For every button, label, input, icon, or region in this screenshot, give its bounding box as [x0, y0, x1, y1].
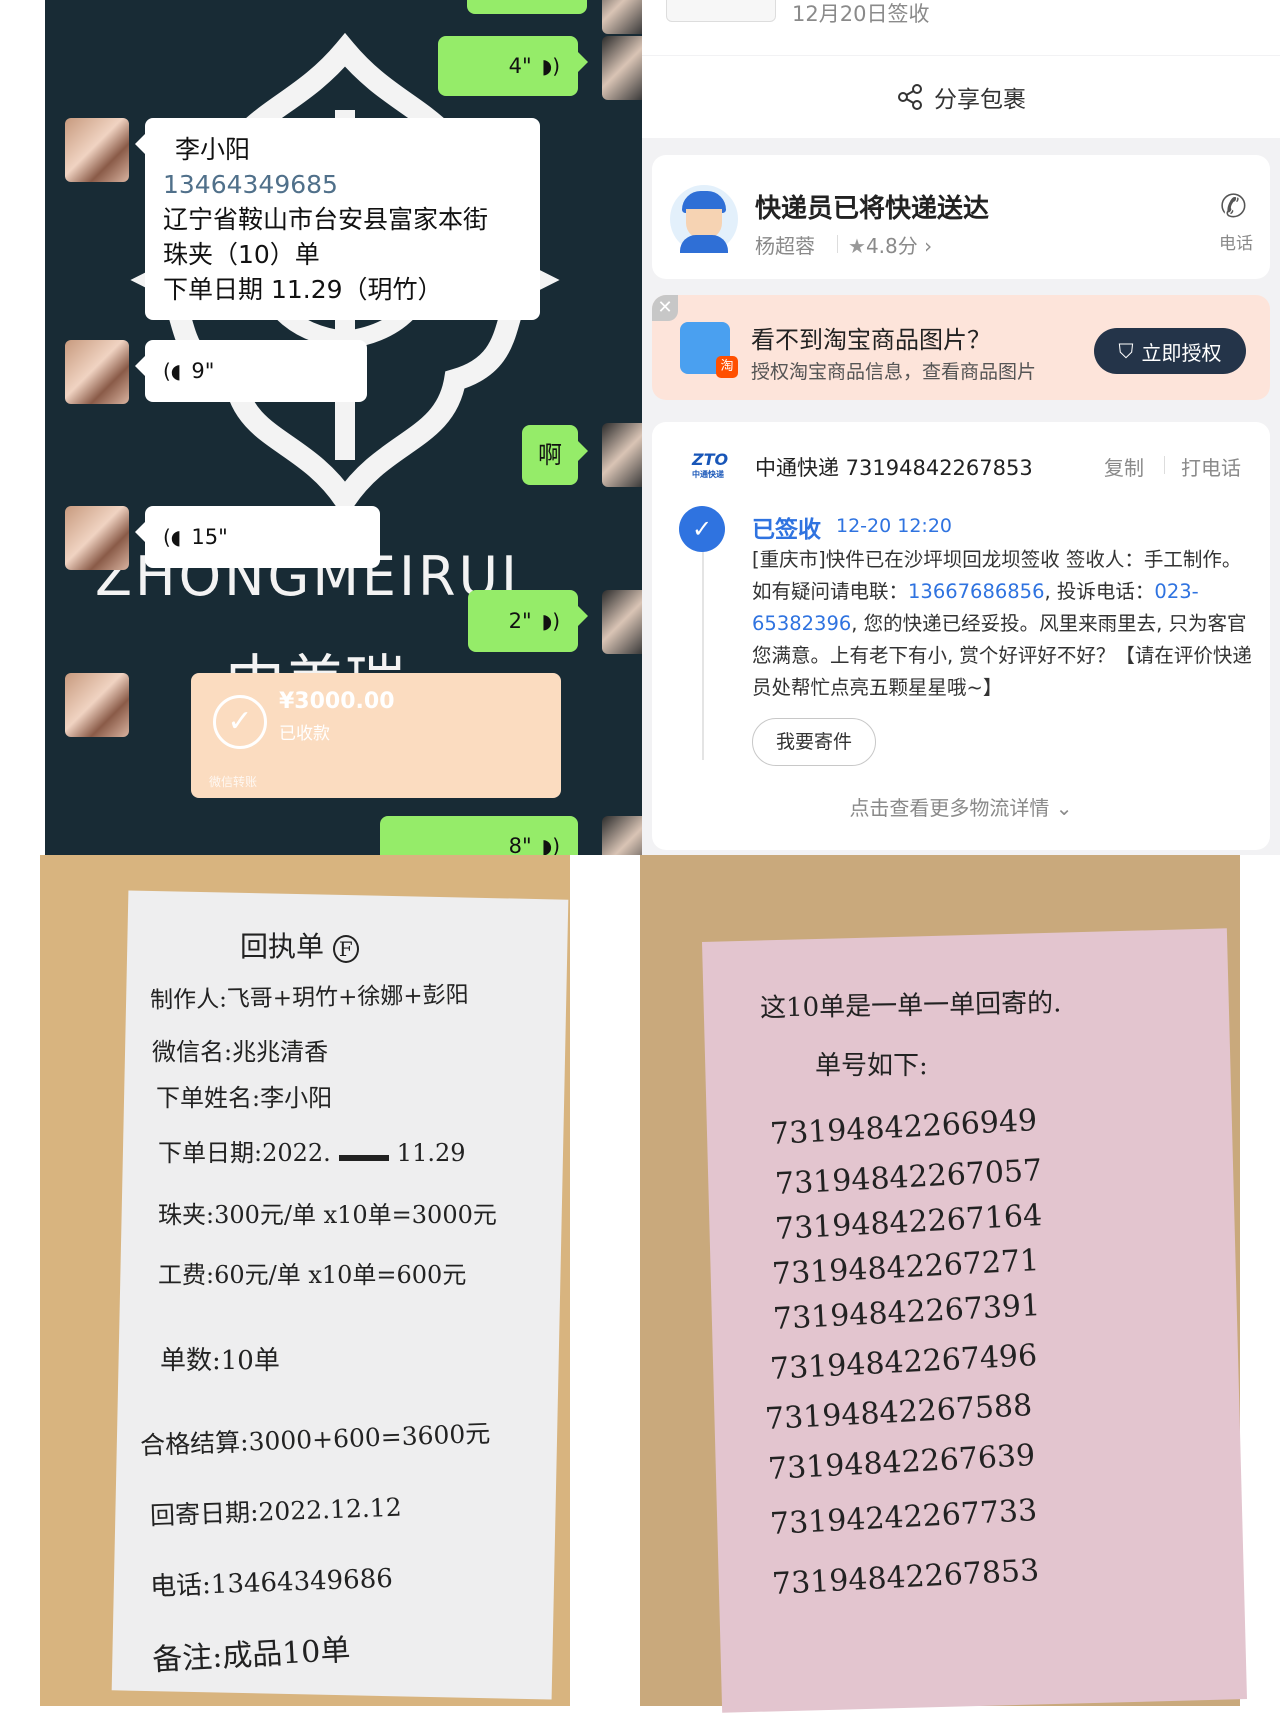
receipt-wage: 工费:60元/单 x10单=600元 — [158, 1261, 467, 1289]
share-package-button[interactable]: 分享包裹 — [642, 56, 1280, 138]
tracking-status: 已签收 — [752, 517, 821, 543]
receipt-date-a: 下单日期:2022. — [158, 1139, 331, 1167]
my-avatar[interactable] — [602, 816, 642, 855]
auth-subtitle: 授权淘宝商品信息，查看商品图片 — [751, 361, 1037, 383]
order-phone[interactable]: 13464349685 — [163, 167, 522, 202]
receipt-count: 单数:10单 — [160, 1346, 280, 1376]
more-details-label: 点击查看更多物流详情 — [849, 796, 1050, 820]
zto-logo-mark: ZTO — [692, 450, 729, 469]
signed-date: 12月20日签收 — [792, 2, 930, 26]
text-message-out[interactable]: 啊 — [522, 425, 588, 485]
voice-duration: 8" — [508, 834, 532, 855]
note-line-2: 单号如下: — [815, 1051, 928, 1081]
product-thumbnail[interactable] — [666, 0, 776, 22]
tracking-number: 中通快递 73194842267853 — [755, 456, 1033, 480]
image-icon: 淘 — [680, 322, 738, 378]
voice-message-out[interactable]: 4" ◗) — [438, 36, 588, 96]
courier-name: 杨超蓉 — [755, 234, 815, 258]
timeline-line — [702, 524, 704, 760]
detail-text: , 投诉电话： — [1044, 580, 1155, 603]
courier-rating: 4.8分 — [865, 234, 918, 258]
transfer-received-card[interactable]: ✓ ¥3000.00 已收款 微信转账 — [191, 673, 561, 798]
taobao-badge: 淘 — [716, 356, 738, 378]
note-line-1: 这10单是一单一单回寄的. — [759, 988, 1062, 1024]
voice-wave-icon: (◖ — [163, 359, 182, 383]
voice-duration: 2" — [508, 609, 532, 633]
copy-button[interactable]: 复制 — [1104, 452, 1144, 481]
call-button[interactable]: 打电话 — [1181, 452, 1241, 481]
authorize-label: 立即授权 — [1141, 340, 1222, 365]
voice-message-out[interactable]: 2" ◗) — [468, 590, 588, 652]
phone-icon[interactable]: ✆ — [1220, 187, 1247, 225]
tracking-time: 12-20 12:20 — [836, 515, 953, 537]
my-avatar[interactable] — [602, 36, 642, 100]
receipt-makers: 制作人:飞哥+玥竹+徐娜+彭阳 — [149, 982, 469, 1014]
check-circle-icon: ✓ — [213, 695, 267, 749]
voice-message-in[interactable]: (◖ 9" — [135, 340, 367, 402]
contact-phone-link[interactable]: 13667686856 — [908, 580, 1044, 603]
transfer-footer: 微信转账 — [209, 775, 258, 789]
check-icon: ✓ — [679, 506, 725, 552]
more-details-link[interactable]: 点击查看更多物流详情 ⌄ — [652, 792, 1270, 821]
contact-avatar[interactable] — [65, 118, 129, 182]
authorize-banner: ✕ 淘 看不到淘宝商品图片？ 授权淘宝商品信息，查看商品图片 ⛉ 立即授权 — [652, 295, 1270, 400]
auth-title: 看不到淘宝商品图片？ — [751, 326, 991, 354]
receipt-name: 下单姓名:李小阳 — [156, 1084, 333, 1112]
outgoing-bubble-clipped[interactable] — [467, 0, 587, 14]
delivery-status-title: 快递员已将快递送达 — [755, 194, 990, 224]
contact-avatar[interactable] — [65, 340, 129, 404]
tracking-detail: [重庆市]快件已在沙坪坝回龙坝签收 签收人：手工制作。如有疑问请电联：13667… — [752, 544, 1252, 704]
voice-wave-icon: ◗) — [541, 54, 560, 78]
voice-wave-icon: (◖ — [163, 525, 182, 549]
order-address: 辽宁省鞍山市台安县富家本街 — [163, 205, 489, 234]
share-icon — [898, 84, 922, 110]
voice-message-in[interactable]: (◖ 15" — [135, 506, 380, 568]
courier-avatar — [670, 185, 738, 253]
receipt-price: 珠夹:300元/单 x10单=3000元 — [158, 1201, 497, 1229]
order-date: 下单日期 11.29（玥竹） — [163, 275, 443, 304]
shield-check-icon: ⛉ — [1118, 339, 1134, 363]
send-package-button[interactable]: 我要寄件 — [752, 718, 876, 766]
transfer-amount: ¥3000.00 — [279, 689, 395, 714]
receipt-title-text: 回执单 — [240, 930, 325, 963]
contact-avatar[interactable] — [65, 506, 129, 570]
chevron-down-circle-icon: ⌄ — [1055, 796, 1073, 820]
chevron-right-icon: › — [917, 234, 933, 258]
zto-logo: ZTO 中通快递 — [692, 450, 728, 480]
courier-card: 快递员已将快递送达 杨超蓉 ★4.8分 › ✆ 电话 — [652, 155, 1270, 279]
voice-wave-icon: ◗) — [541, 834, 560, 855]
order-info-message[interactable]: 李小阳 13464349685 辽宁省鞍山市台安县富家本街 珠夹（10）单 下单… — [135, 118, 540, 320]
transfer-status: 已收款 — [279, 724, 330, 744]
my-avatar[interactable] — [602, 0, 642, 34]
contact-avatar[interactable] — [65, 673, 129, 737]
tracking-card: ZTO 中通快递 中通快递 73194842267853 复制 打电话 ✓ 已签… — [652, 422, 1270, 850]
receipt-date-b: 11.29 — [396, 1139, 466, 1167]
share-label: 分享包裹 — [934, 87, 1026, 113]
phone-label[interactable]: 电话 — [1219, 229, 1253, 254]
authorize-button[interactable]: ⛉ 立即授权 — [1094, 328, 1246, 374]
logistics-screen: 12月20日签收 分享包裹 快递员已将快递送达 杨超蓉 ★4.8分 › ✆ 电话… — [642, 0, 1280, 855]
order-item: 珠夹（10）单 — [163, 240, 320, 269]
voice-duration: 4" — [508, 54, 532, 78]
my-avatar[interactable] — [602, 590, 642, 654]
package-header: 12月20日签收 — [642, 0, 1280, 55]
courier-rating-link[interactable]: ★4.8分 › — [848, 230, 932, 259]
my-avatar[interactable] — [602, 423, 642, 487]
reply-text: 啊 — [538, 441, 562, 469]
voice-message-out[interactable]: 8" ◗) — [380, 816, 578, 855]
receipt-title-mark: F — [332, 935, 359, 963]
receipt-wechat: 微信名:兆兆清香 — [152, 1038, 329, 1066]
voice-duration: 15" — [191, 525, 228, 549]
receipt-title: 回执单 F — [240, 925, 359, 965]
close-icon[interactable]: ✕ — [652, 295, 678, 321]
zto-logo-sub: 中通快递 — [692, 470, 724, 479]
order-name: 李小阳 — [175, 135, 251, 164]
voice-wave-icon: ◗) — [541, 609, 560, 633]
voice-duration: 9" — [191, 359, 215, 383]
chat-screenshot: ZHONGMEIRUI 中美瑞 4" ◗) 李小阳 13464349685 辽宁… — [45, 0, 642, 855]
star-icon: ★ — [848, 234, 866, 258]
receipt-date: 下单日期:2022. 11.29 — [158, 1133, 466, 1168]
